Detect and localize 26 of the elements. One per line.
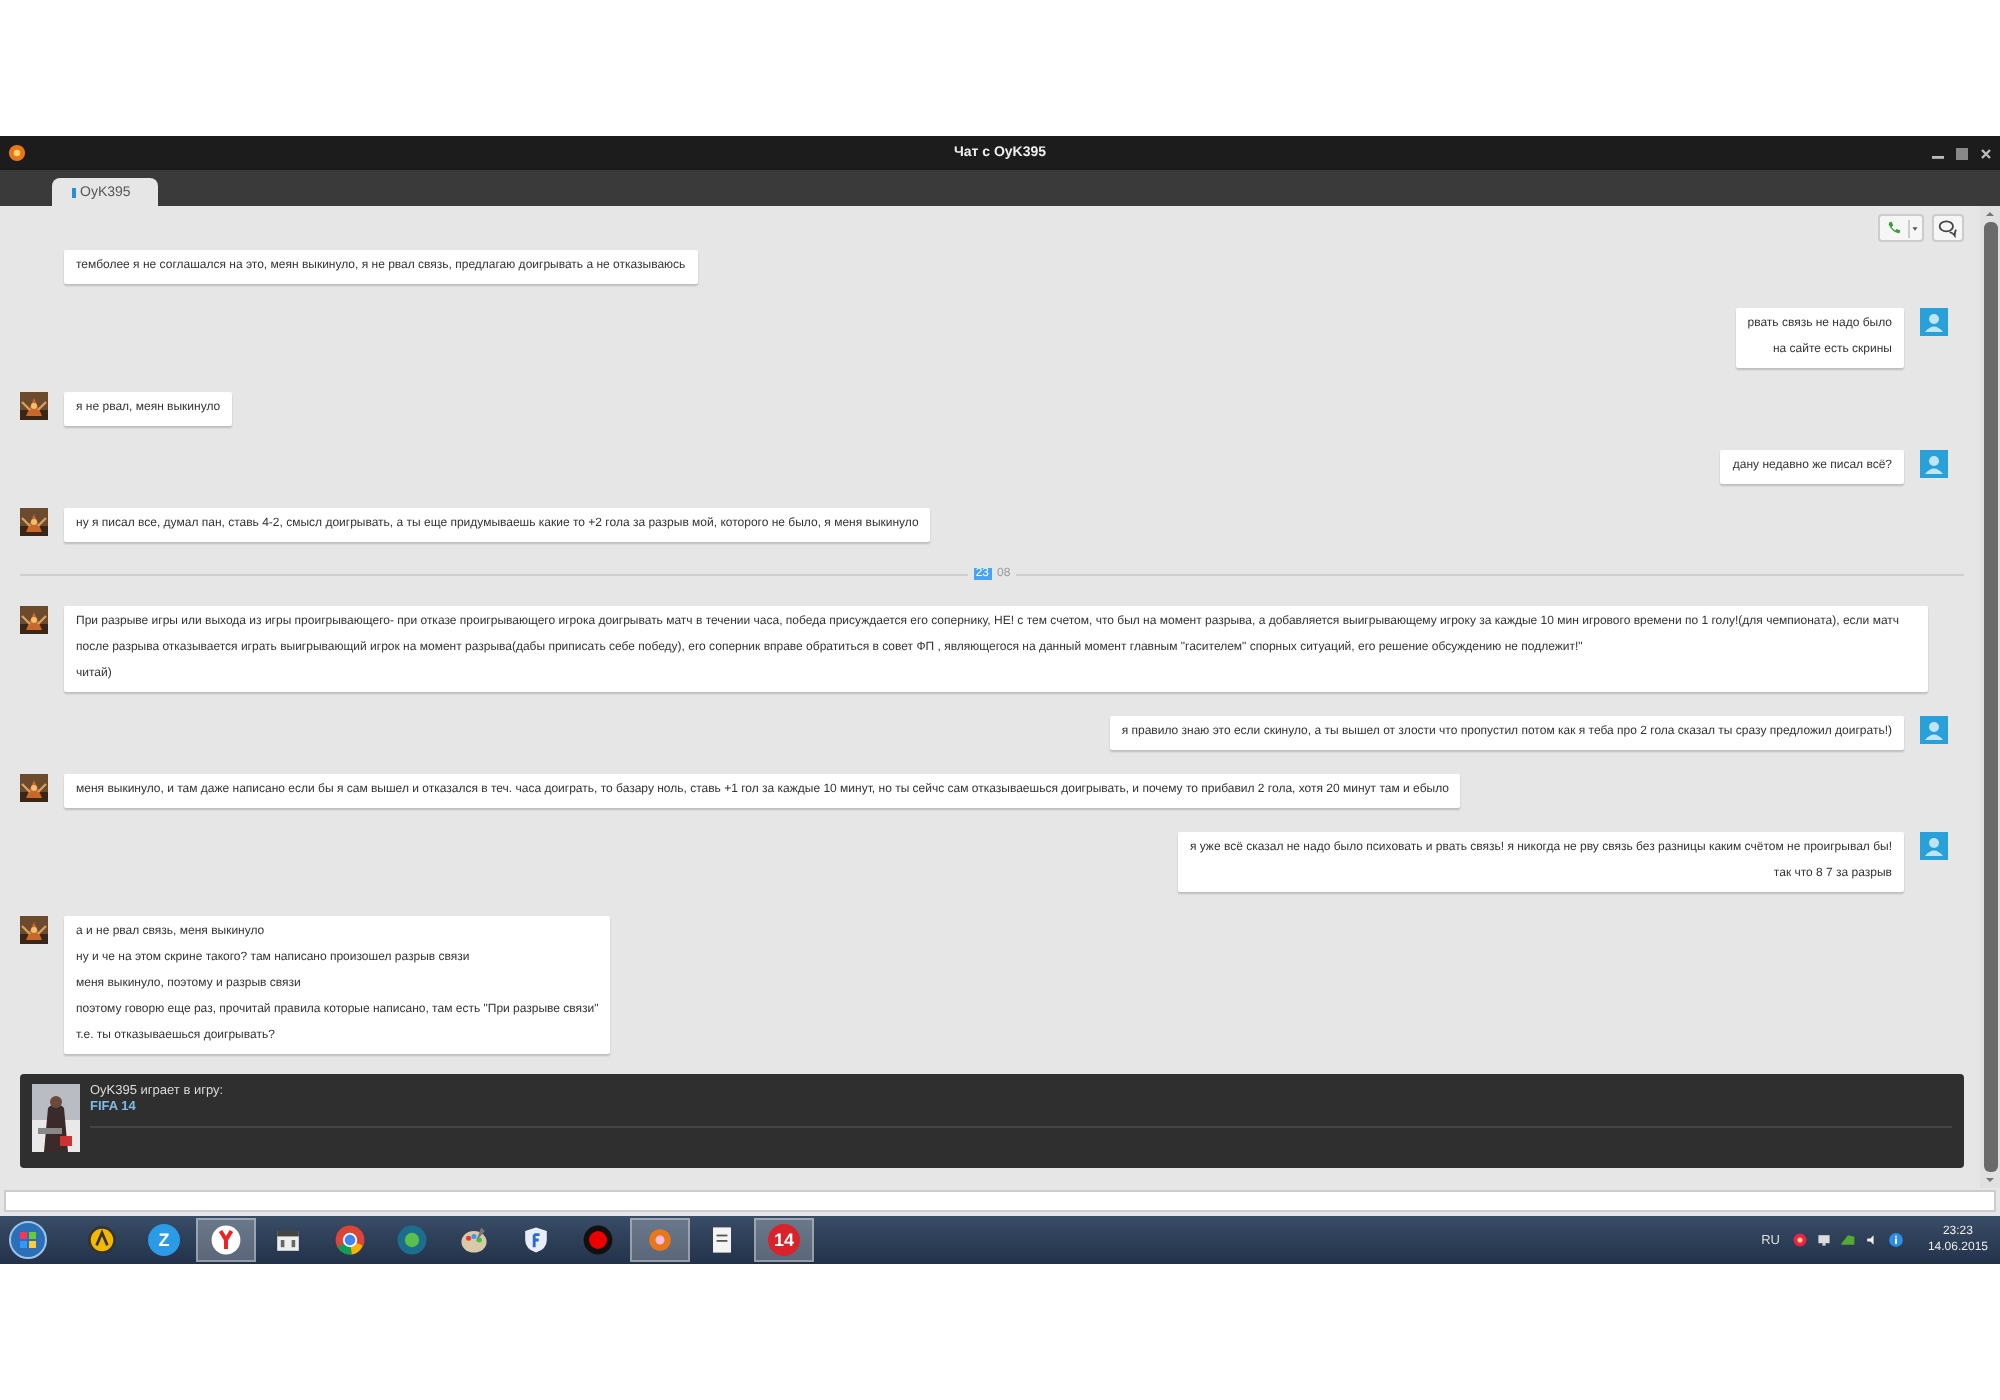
- info-icon[interactable]: [1887, 1232, 1904, 1248]
- taskbar-button[interactable]: 14: [754, 1218, 814, 1262]
- browser-icon: [208, 1222, 244, 1258]
- globe-icon: [394, 1222, 430, 1258]
- chat-button[interactable]: [1932, 214, 1964, 242]
- caret-icon[interactable]: [1908, 219, 1920, 237]
- taskbar-button[interactable]: [196, 1218, 256, 1262]
- phone-icon: [1886, 220, 1902, 236]
- app-logo-icon: [8, 144, 26, 162]
- scrollbar[interactable]: [1980, 206, 2000, 1188]
- message-input-field[interactable]: [4, 1190, 1996, 1212]
- close-icon[interactable]: [1976, 143, 1996, 163]
- chrome-icon: [332, 1222, 368, 1258]
- app-logo: Z: [148, 1224, 180, 1256]
- speech-bubbles-icon: [1938, 218, 1958, 238]
- volume-icon[interactable]: [1863, 1232, 1880, 1248]
- graphics-icon[interactable]: [1839, 1232, 1856, 1248]
- start-button[interactable]: [8, 1220, 48, 1260]
- network-icon[interactable]: [1815, 1232, 1832, 1248]
- tray-app-icon[interactable]: [1791, 1232, 1808, 1248]
- maximize-icon[interactable]: [1952, 143, 1972, 163]
- record-icon: [580, 1222, 616, 1258]
- app-logo: 14: [768, 1224, 800, 1256]
- amigo-icon: [84, 1222, 120, 1258]
- scrollbar-thumb[interactable]: [1983, 222, 1997, 1172]
- palette-icon: [456, 1222, 492, 1258]
